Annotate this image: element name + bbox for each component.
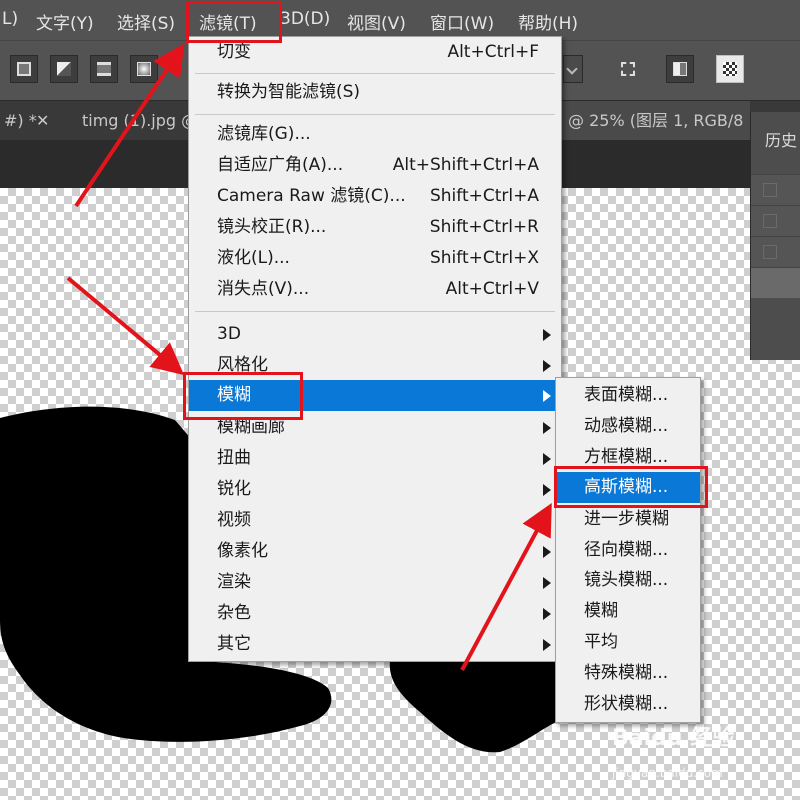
annotation-arrows: [66, 43, 552, 671]
baidu-watermark: Baidu 经验: [612, 726, 735, 751]
baidu-watermark-url: jingyan.baidu.com: [612, 766, 723, 780]
arrow-to-blur-item: [66, 276, 185, 376]
arrow-to-filter-menu: [74, 43, 185, 208]
arrow-to-gaussian-blur: [460, 502, 552, 671]
